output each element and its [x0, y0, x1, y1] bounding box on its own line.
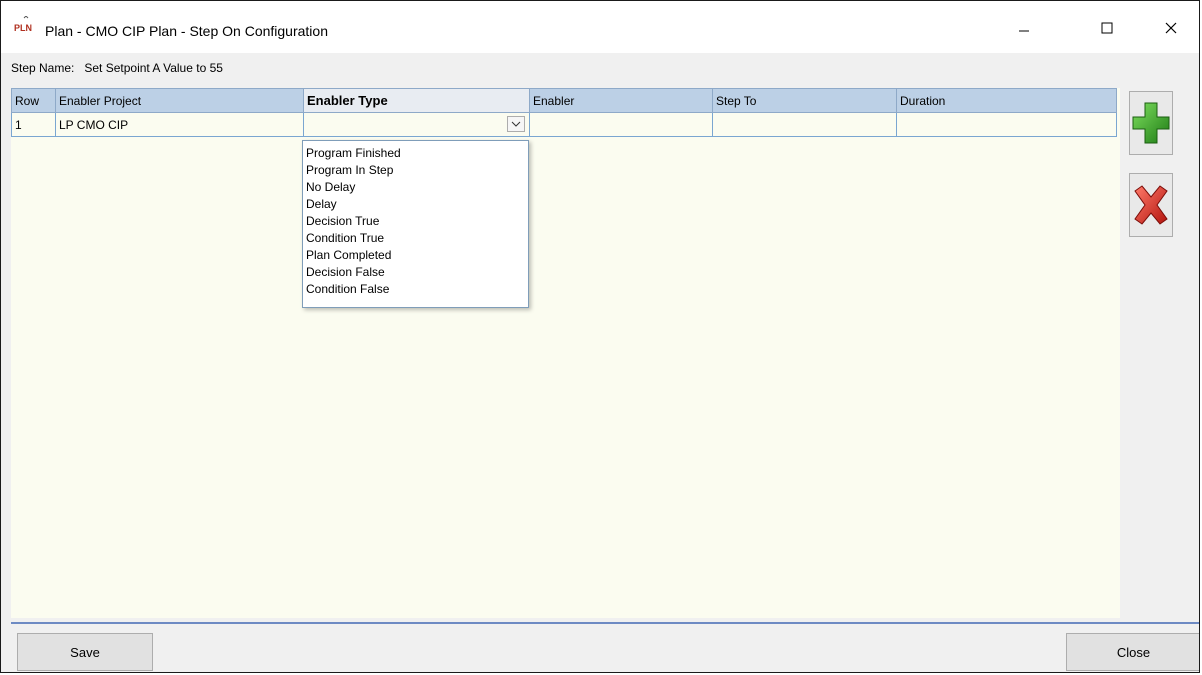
dropdown-option[interactable]: Plan Completed: [303, 247, 528, 264]
footer-divider: [11, 622, 1199, 624]
steps-grid-area: Row Enabler Project Enabler Type Enabler…: [11, 88, 1120, 618]
cell-step-to[interactable]: [712, 112, 897, 137]
col-header-step-to[interactable]: Step To: [712, 88, 897, 113]
minimize-icon: [1019, 30, 1029, 32]
delete-row-button[interactable]: [1129, 173, 1173, 237]
dropdown-option[interactable]: Condition True: [303, 230, 528, 247]
col-header-enabler-type[interactable]: Enabler Type: [303, 88, 530, 113]
plan-app-icon: PLN: [13, 16, 33, 34]
col-header-row[interactable]: Row: [11, 88, 56, 113]
svg-text:PLN: PLN: [14, 23, 32, 33]
minimize-button[interactable]: [1001, 13, 1047, 43]
close-button[interactable]: Close: [1066, 633, 1199, 671]
step-name-row: Step Name: Set Setpoint A Value to 55: [11, 61, 223, 75]
cell-enabler[interactable]: [529, 112, 713, 137]
col-header-enabler-project[interactable]: Enabler Project: [55, 88, 304, 113]
col-header-duration[interactable]: Duration: [896, 88, 1117, 113]
save-button[interactable]: Save: [17, 633, 153, 671]
table-row[interactable]: 1 LP CMO CIP: [11, 112, 1117, 137]
enabler-type-dropdown-list: Program Finished Program In Step No Dela…: [302, 140, 529, 308]
window-title: Plan - CMO CIP Plan - Step On Configurat…: [45, 23, 328, 39]
dropdown-option[interactable]: Condition False: [303, 281, 528, 298]
dropdown-option[interactable]: Program In Step: [303, 162, 528, 179]
cell-duration[interactable]: [896, 112, 1117, 137]
close-window-button[interactable]: [1148, 13, 1194, 43]
red-x-icon: [1134, 185, 1168, 225]
cell-row[interactable]: 1: [11, 112, 56, 137]
side-button-strip: [1120, 88, 1199, 618]
step-name-label: Step Name:: [11, 61, 75, 75]
maximize-icon: [1101, 22, 1113, 34]
col-header-enabler[interactable]: Enabler: [529, 88, 713, 113]
dropdown-option[interactable]: Program Finished: [303, 145, 528, 162]
grid-header-row: Row Enabler Project Enabler Type Enabler…: [11, 88, 1117, 113]
cell-enabler-type[interactable]: [303, 112, 530, 137]
add-row-button[interactable]: [1129, 91, 1173, 155]
title-bar: PLN Plan - CMO CIP Plan - Step On Config…: [1, 1, 1199, 53]
maximize-button[interactable]: [1084, 13, 1130, 43]
enabler-type-dropdown-button[interactable]: [507, 116, 525, 132]
configuration-window: PLN Plan - CMO CIP Plan - Step On Config…: [0, 0, 1200, 673]
steps-grid: Row Enabler Project Enabler Type Enabler…: [11, 88, 1117, 137]
step-name-value: Set Setpoint A Value to 55: [84, 61, 223, 75]
cell-enabler-project[interactable]: LP CMO CIP: [55, 112, 304, 137]
close-icon: [1165, 22, 1177, 34]
dropdown-option[interactable]: No Delay: [303, 179, 528, 196]
plus-icon: [1132, 102, 1170, 144]
chevron-down-icon: [511, 121, 521, 127]
dropdown-option[interactable]: Delay: [303, 196, 528, 213]
dropdown-option[interactable]: Decision True: [303, 213, 528, 230]
dropdown-option[interactable]: Decision False: [303, 264, 528, 281]
